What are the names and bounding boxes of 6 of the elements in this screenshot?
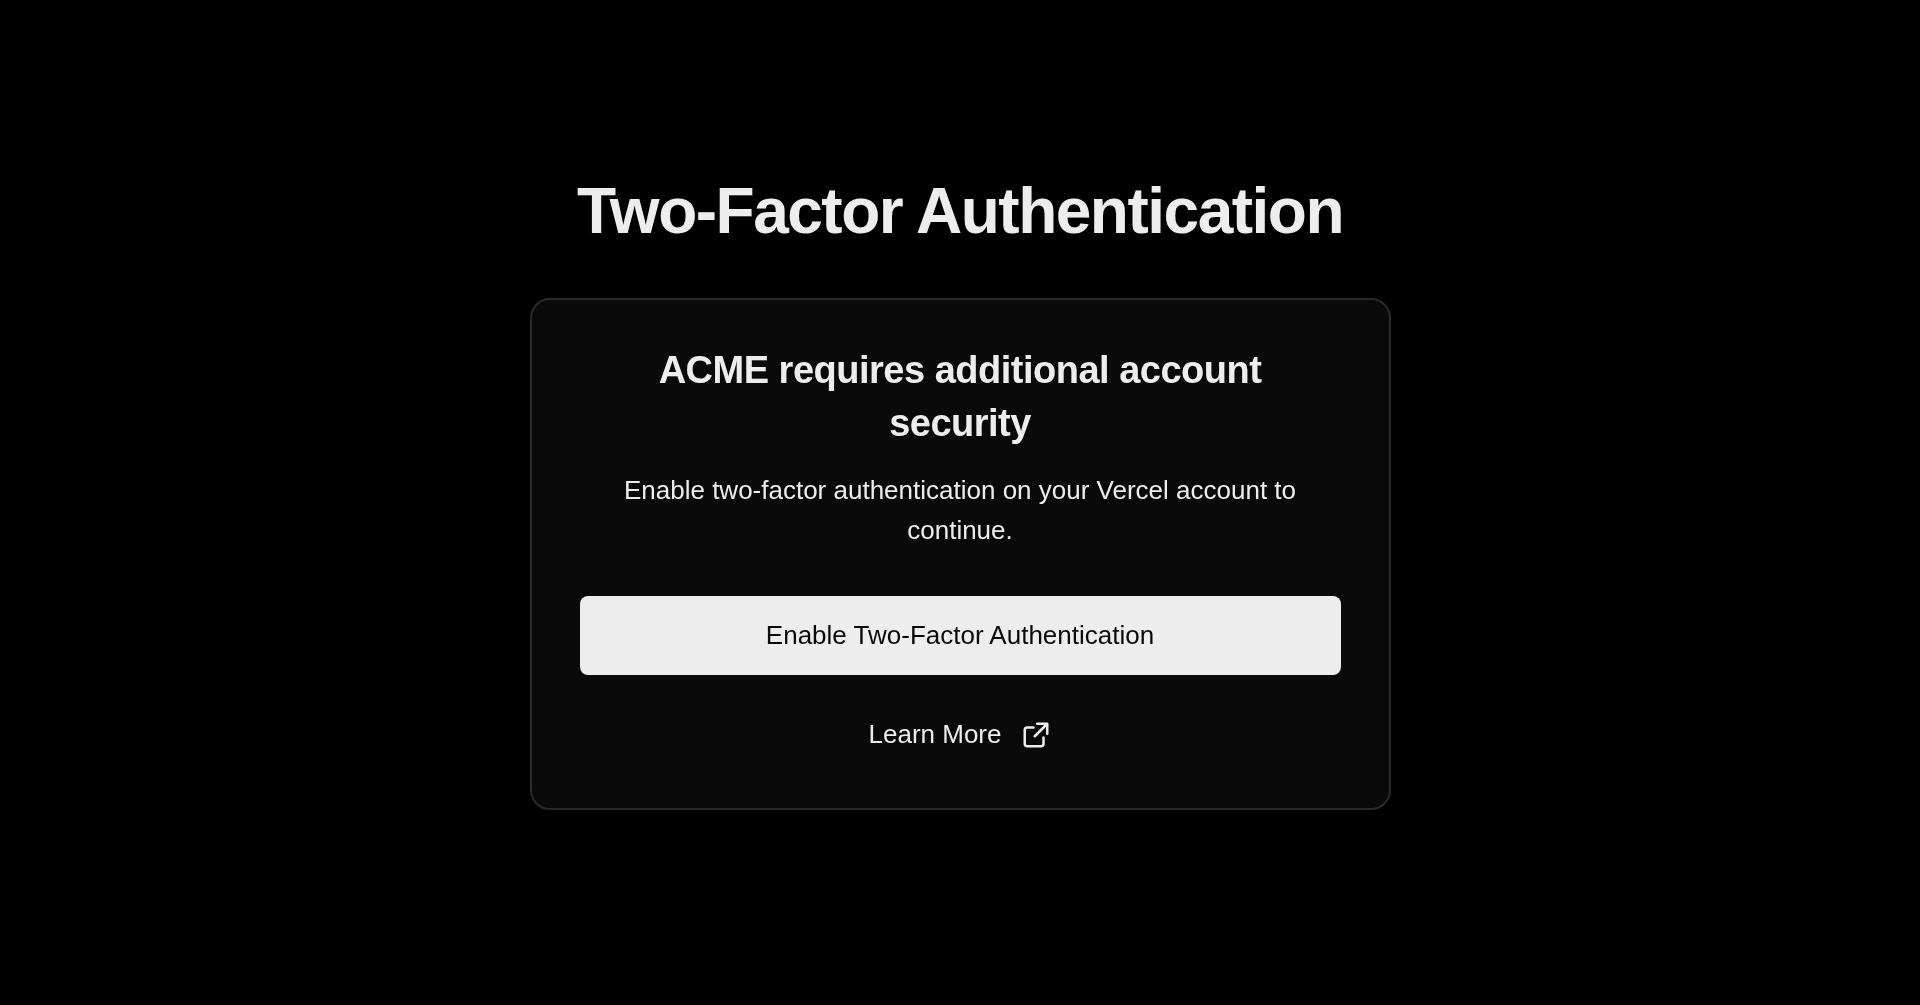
- card-heading: ACME requires additional account security: [657, 348, 1263, 446]
- page-title: Two-Factor Authentication: [577, 174, 1343, 249]
- description-text: Enable two-factor authentication on your Vercel account to continue.: [622, 474, 1298, 547]
- external-link-icon[interactable]: [1021, 719, 1052, 750]
- enable-button[interactable]: Enable Two-Factor Authentication: [579, 596, 1341, 675]
- learn-more-link[interactable]: Learn More: [868, 719, 1002, 750]
